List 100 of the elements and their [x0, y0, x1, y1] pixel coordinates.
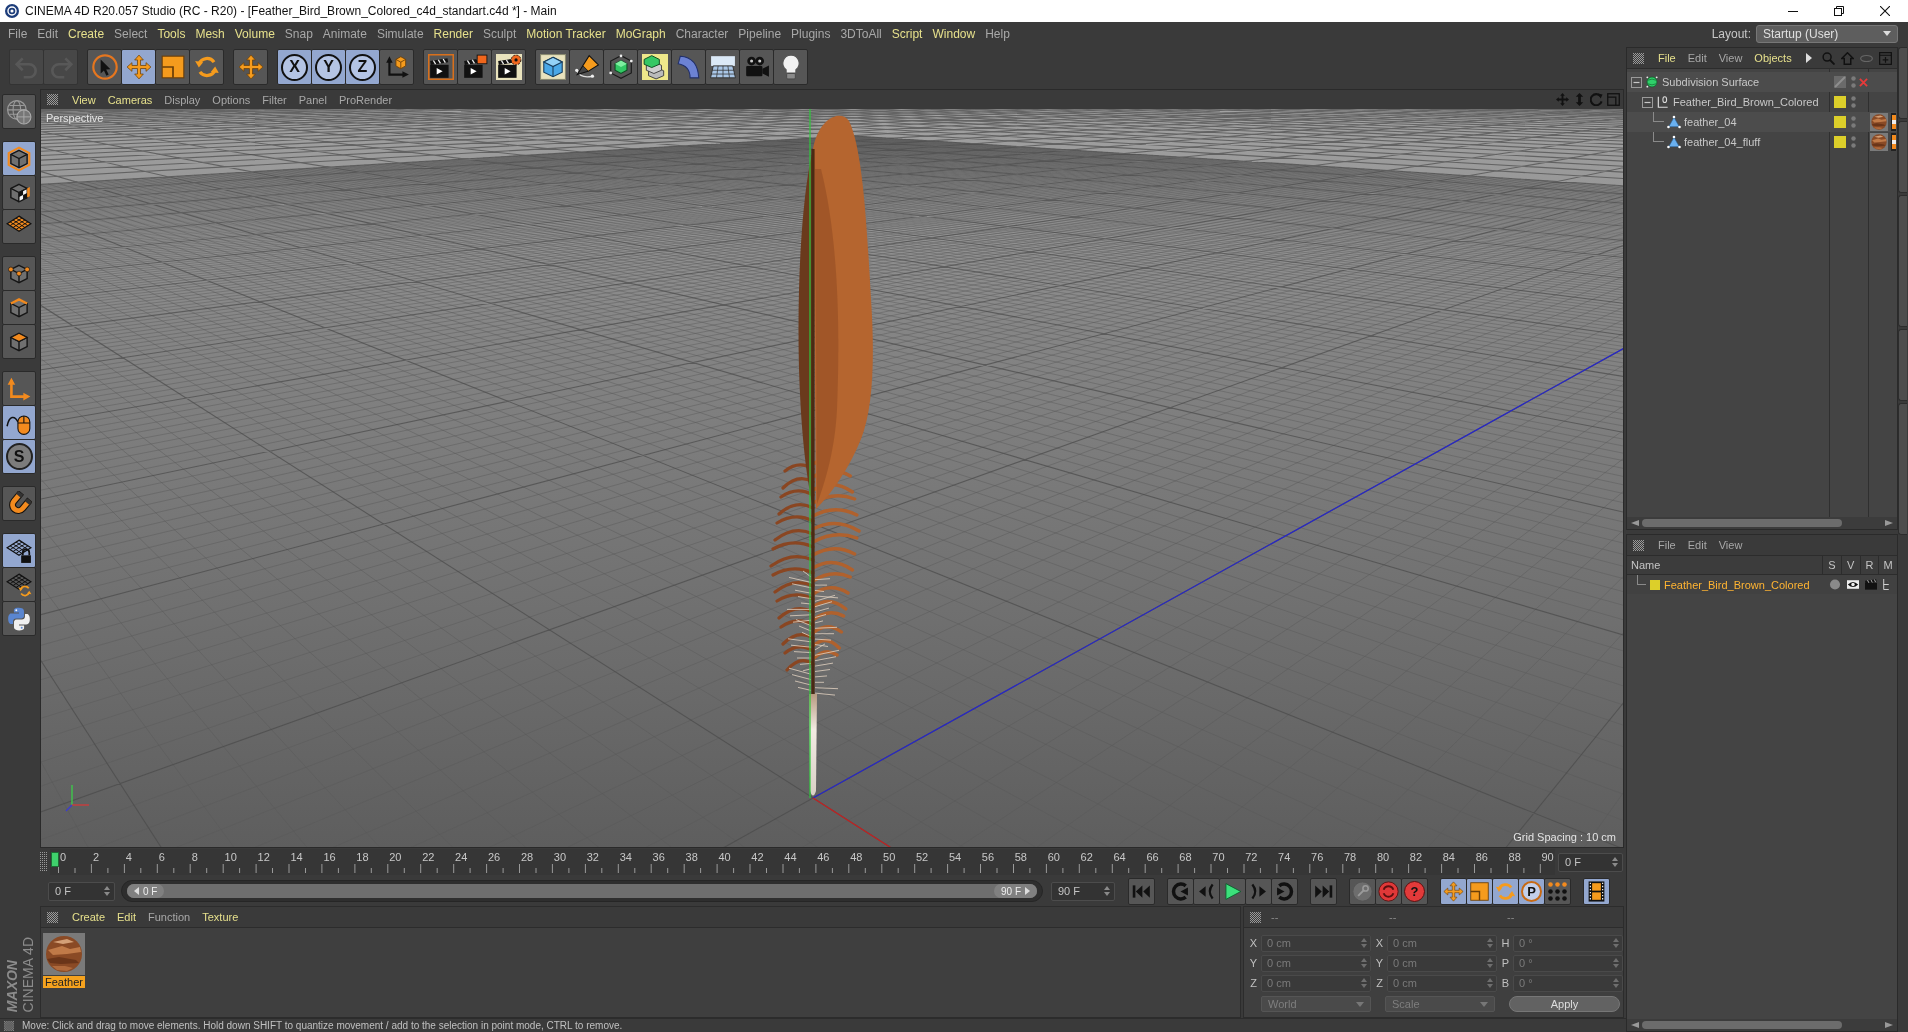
menu-item[interactable]: Motion Tracker	[521, 23, 611, 44]
menu-item[interactable]: Function	[142, 908, 197, 926]
cross-icon[interactable]	[1859, 77, 1868, 87]
python-button[interactable]	[2, 601, 36, 636]
menu-item[interactable]: Snap	[279, 23, 318, 44]
tag-icon[interactable]	[1891, 133, 1896, 151]
menu-item[interactable]: Cameras	[101, 91, 159, 108]
menu-item[interactable]: Create	[63, 23, 110, 44]
grid-rotate-button[interactable]	[2, 567, 36, 602]
tree-row[interactable]: Feather_Bird_Brown_Colored	[1627, 92, 1897, 112]
tree-row[interactable]: Subdivision Surface	[1627, 72, 1897, 92]
visibility-dots-icon[interactable]	[1851, 96, 1856, 108]
axis-button[interactable]	[2, 371, 36, 406]
menu-item[interactable]: Pipeline	[733, 23, 787, 44]
grip-icon[interactable]	[4, 1020, 14, 1031]
menu-item[interactable]: Simulate	[371, 23, 429, 44]
layer-swatch-icon[interactable]	[1834, 116, 1846, 128]
menu-item[interactable]: Mesh	[190, 23, 230, 44]
more-arrow-icon[interactable]	[1805, 53, 1812, 63]
menu-item[interactable]: Window	[927, 23, 981, 44]
solo-dot-icon[interactable]	[1829, 579, 1841, 590]
menu-item[interactable]: Tools	[152, 23, 191, 44]
menu-item[interactable]: Create	[66, 908, 112, 926]
collapse-box-icon[interactable]	[1642, 96, 1653, 108]
play-button[interactable]	[1219, 877, 1246, 905]
axis-lock-button[interactable]: Z	[345, 49, 380, 85]
grip-icon[interactable]	[1633, 539, 1644, 551]
menu-item[interactable]: Display	[158, 91, 207, 108]
floor-button[interactable]	[705, 49, 740, 85]
deformer-button[interactable]	[671, 49, 706, 85]
menu-item[interactable]: View	[66, 91, 102, 108]
material-name[interactable]: Feather	[43, 976, 85, 988]
snap-button[interactable]	[2, 486, 36, 521]
visibility-dots-icon[interactable]	[1851, 136, 1856, 148]
menu-item[interactable]: Options	[206, 91, 257, 108]
texture-button[interactable]	[2, 175, 36, 210]
menu-item[interactable]: Panel	[292, 91, 333, 108]
window-toggle-icon[interactable]	[1607, 93, 1620, 106]
start-frame-field[interactable]: 0 F	[48, 881, 115, 901]
select-button[interactable]	[87, 49, 122, 85]
manager-icon[interactable]	[1883, 579, 1889, 590]
edges-button[interactable]	[2, 290, 36, 325]
scroll-right-icon[interactable]	[1885, 1022, 1893, 1028]
menu-item[interactable]: Help	[980, 23, 1015, 44]
menu-item[interactable]: MoGraph	[610, 23, 671, 44]
grid-lock-button[interactable]	[2, 533, 36, 568]
light-button[interactable]	[773, 49, 808, 85]
prev-key-button[interactable]	[1167, 877, 1194, 905]
menu-item[interactable]: File	[1652, 536, 1682, 554]
menu-item[interactable]: View	[1712, 536, 1749, 554]
menu-item[interactable]: Edit	[1681, 536, 1713, 554]
last-frame-button[interactable]	[1310, 877, 1337, 905]
range-bar[interactable]: 0 F 90 F	[127, 884, 1037, 898]
end-frame-field[interactable]: 90 F	[1051, 881, 1115, 901]
menu-item[interactable]: Objects	[1748, 49, 1798, 67]
menu-item[interactable]: View	[1712, 49, 1749, 67]
axis-lock-button[interactable]: Y	[311, 49, 346, 85]
record-off-button[interactable]	[1349, 877, 1376, 905]
solo-button[interactable]: S	[2, 439, 36, 474]
menu-item[interactable]: Render	[428, 23, 478, 44]
grip-icon[interactable]	[1250, 911, 1261, 923]
menu-item[interactable]: ProRender	[332, 91, 399, 108]
grip-icon[interactable]	[1633, 52, 1644, 64]
move-button[interactable]	[121, 49, 156, 85]
grip-icon[interactable]	[47, 94, 58, 105]
menu-item[interactable]: File	[1652, 49, 1682, 67]
menu-item[interactable]: Sculpt	[477, 23, 522, 44]
clapperboard-icon[interactable]	[1865, 579, 1877, 590]
rotate-button[interactable]	[189, 49, 224, 85]
scrollbar-thumb[interactable]	[1642, 1021, 1842, 1029]
material-preview-icon[interactable]	[43, 933, 85, 975]
menu-item[interactable]: File	[3, 23, 33, 44]
pen-button[interactable]	[569, 49, 604, 85]
autokey-button[interactable]	[1375, 877, 1402, 905]
scroll-left-icon[interactable]	[1631, 520, 1639, 526]
eye-icon[interactable]	[1847, 579, 1859, 590]
render-view-button[interactable]	[423, 49, 458, 85]
menu-item[interactable]: Animate	[317, 23, 372, 44]
timeline-track[interactable]: 0 2 4 6 8 10 12 14 16 18 20 22 24 26 28 30 32 34 36 38 40 42 44 46 48 50 52 54 56 58 60 62 64 66 68 70 72 74 76 78 80 82 84 86 88 90	[50, 849, 1555, 875]
layer-swatch-icon[interactable]	[1834, 136, 1846, 148]
next-key-button[interactable]	[1271, 877, 1298, 905]
grip-icon[interactable]	[47, 911, 58, 923]
dots-button[interactable]	[1544, 877, 1571, 905]
tree-row[interactable]: feather_04	[1627, 112, 1897, 132]
range-start-handle[interactable]: 0 F	[127, 884, 165, 898]
film-button[interactable]	[1583, 877, 1610, 905]
axis-lock-button[interactable]: X	[277, 49, 312, 85]
move-button[interactable]	[1440, 877, 1467, 905]
visibility-dots-icon[interactable]	[1851, 76, 1856, 88]
subdivision-button[interactable]	[603, 49, 638, 85]
layer-swatch-icon[interactable]	[1650, 579, 1660, 590]
horizontal-scrollbar[interactable]	[1627, 517, 1897, 529]
menu-item[interactable]: Plugins	[786, 23, 836, 44]
render-settings-button[interactable]	[491, 49, 526, 85]
menu-item[interactable]: Volume	[229, 23, 280, 44]
menu-item[interactable]: Edit	[32, 23, 64, 44]
spinner-icon[interactable]	[1104, 886, 1110, 896]
range-track[interactable]: 0 F 90 F	[121, 880, 1043, 902]
menu-item[interactable]: Texture	[196, 908, 245, 926]
menu-item[interactable]: Filter	[256, 91, 293, 108]
